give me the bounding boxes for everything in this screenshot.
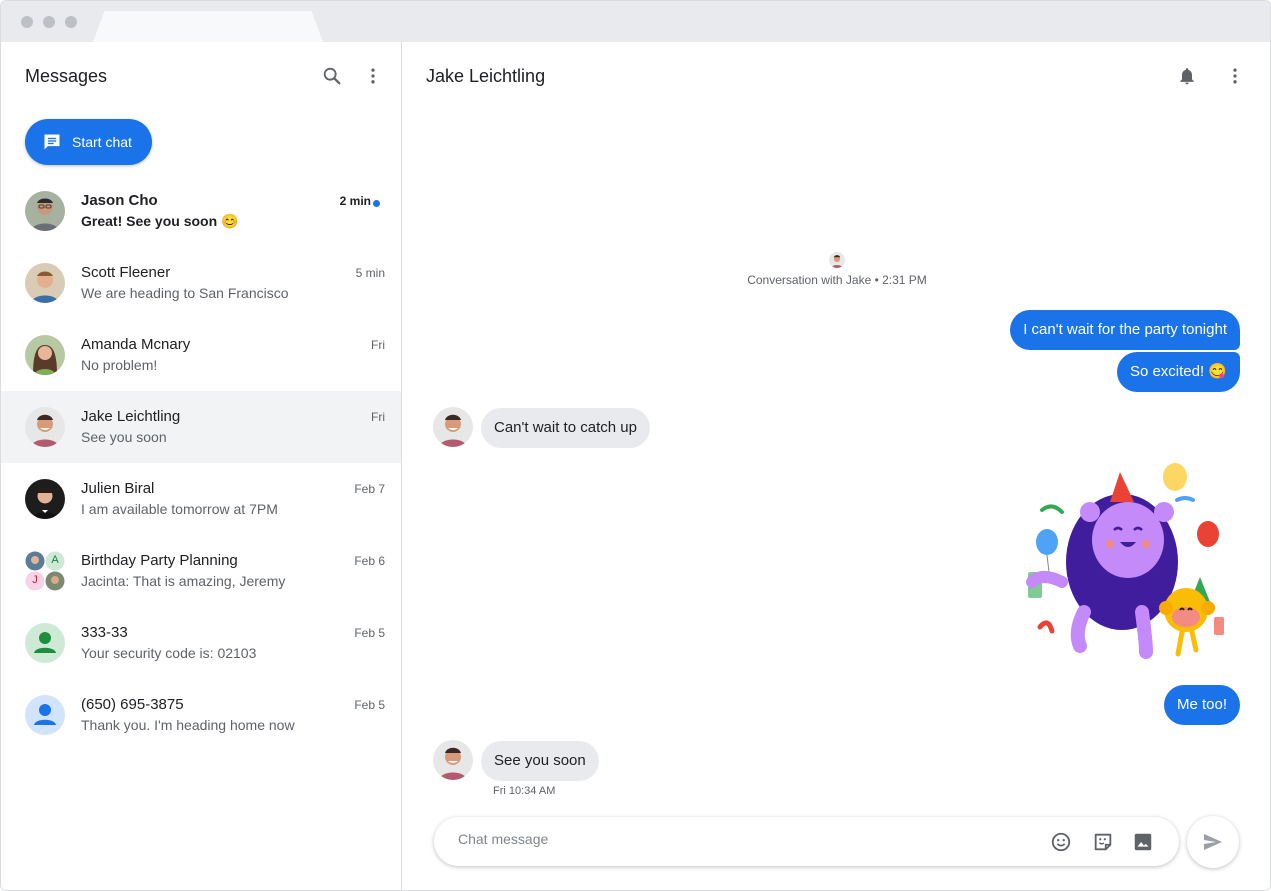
chat-title: Jake Leichtling <box>426 66 546 86</box>
chat-pane: Jake Leichtling Conversation with Jake •… <box>402 42 1270 890</box>
avatar <box>25 263 65 303</box>
send-icon <box>1204 834 1222 850</box>
conversation-time: Fri <box>371 410 385 424</box>
conversation-snippet: No problem! <box>81 357 158 373</box>
conversation-time: 2 min <box>339 194 371 208</box>
conversation-time: Fri <box>371 338 385 352</box>
conversation-name: Jake Leichtling <box>81 408 181 425</box>
sticker-icon <box>1094 833 1112 851</box>
window-close-dot[interactable] <box>21 16 33 28</box>
window-maximize-dot[interactable] <box>65 16 77 28</box>
sidebar-more-button[interactable] <box>357 60 389 92</box>
conversation-item[interactable]: Jake Leichtling See you soon Fri <box>1 391 401 463</box>
conversation-item[interactable]: 333-33 Your security code is: 02103 Feb … <box>1 607 401 679</box>
conversation-time: Feb 5 <box>354 698 385 712</box>
avatar <box>433 407 473 447</box>
conversation-snippet: We are heading to San Francisco <box>81 285 289 301</box>
image-button[interactable] <box>1127 826 1159 858</box>
conversation-info: Conversation with Jake • 2:31 PM <box>747 273 927 287</box>
conversation-time: 5 min <box>355 266 385 280</box>
send-button[interactable] <box>1187 816 1239 868</box>
notifications-button[interactable] <box>1171 60 1203 92</box>
conversation-name: Birthday Party Planning <box>81 552 238 569</box>
conversation-time: Feb 7 <box>354 482 385 496</box>
conversation-item[interactable]: Julien Biral I am available tomorrow at … <box>1 463 401 535</box>
conversation-name: 333-33 <box>81 624 128 641</box>
conversation-name: (650) 695-3875 <box>81 696 184 713</box>
conversation-snippet: Great! See you soon 😊 <box>81 213 239 229</box>
message-bubble-outgoing[interactable]: I can't wait for the party tonight <box>1010 310 1240 350</box>
emoji-icon <box>1051 832 1071 852</box>
avatar <box>25 695 65 735</box>
avatar <box>25 407 65 447</box>
chat-icon <box>44 134 60 150</box>
conversation-header-avatar <box>402 252 1270 273</box>
group-avatar-initial: J <box>32 574 38 586</box>
party-monsters-sticker[interactable] <box>1022 462 1232 677</box>
conversation-name: Amanda Mcnary <box>81 336 191 353</box>
start-chat-label: Start chat <box>72 134 132 150</box>
more-vert-icon <box>371 68 375 84</box>
conversation-item[interactable]: Amanda Mcnary No problem! Fri <box>1 319 401 391</box>
window-minimize-dot[interactable] <box>43 16 55 28</box>
group-avatar: A J <box>25 551 65 591</box>
notifications-icon <box>1180 68 1194 85</box>
compose-bar <box>434 817 1179 866</box>
message-bubble-incoming[interactable]: See you soon <box>481 741 599 781</box>
person-icon <box>25 623 65 663</box>
message-bubble-incoming[interactable]: Can't wait to catch up <box>481 408 650 448</box>
conversation-item[interactable]: A J Birthday Party Planning Jacinta: Tha… <box>1 535 401 607</box>
emoji-button[interactable] <box>1045 826 1077 858</box>
unread-indicator <box>373 200 380 207</box>
search-button[interactable] <box>316 60 348 92</box>
avatar <box>25 191 65 231</box>
conversation-snippet: I am available tomorrow at 7PM <box>81 501 278 517</box>
app-window: Messages Start chat Jason Cho Great! See… <box>0 0 1271 891</box>
avatar <box>25 335 65 375</box>
conversation-snippet: Your security code is: 02103 <box>81 645 257 661</box>
conversation-sidebar: Messages Start chat Jason Cho Great! See… <box>1 42 402 890</box>
sidebar-title: Messages <box>25 66 108 86</box>
browser-titlebar <box>1 1 1270 42</box>
conversation-time: Feb 6 <box>354 554 385 568</box>
more-vert-icon <box>1233 68 1237 84</box>
conversation-item[interactable]: Scott Fleener We are heading to San Fran… <box>1 247 401 319</box>
search-icon <box>323 67 341 85</box>
conversation-snippet: Jacinta: That is amazing, Jeremy <box>81 573 286 589</box>
avatar <box>25 623 65 663</box>
conversation-name: Jason Cho <box>81 192 158 209</box>
browser-tab[interactable] <box>93 11 323 42</box>
conversation-item[interactable]: (650) 695-3875 Thank you. I'm heading ho… <box>1 679 401 751</box>
conversation-snippet: See you soon <box>81 429 167 445</box>
message-timestamp: Fri 10:34 AM <box>493 785 556 797</box>
conversation-time: Feb 5 <box>354 626 385 640</box>
image-icon <box>1134 833 1152 851</box>
conversation-name: Julien Biral <box>81 480 155 497</box>
message-bubble-outgoing[interactable]: So excited! 😋 <box>1116 352 1240 392</box>
avatar <box>433 740 473 780</box>
chat-message-input[interactable] <box>458 831 1018 847</box>
group-avatar-initial: A <box>51 554 59 566</box>
avatar <box>25 479 65 519</box>
sticker-button[interactable] <box>1087 826 1119 858</box>
message-bubble-outgoing[interactable]: Me too! <box>1163 685 1240 725</box>
start-chat-button[interactable]: Start chat <box>25 119 152 165</box>
conversation-snippet: Thank you. I'm heading home now <box>81 717 295 733</box>
person-icon <box>25 695 65 735</box>
conversation-item[interactable]: Jason Cho Great! See you soon 😊 2 min <box>1 175 401 247</box>
conversation-name: Scott Fleener <box>81 264 171 281</box>
chat-more-button[interactable] <box>1219 60 1251 92</box>
